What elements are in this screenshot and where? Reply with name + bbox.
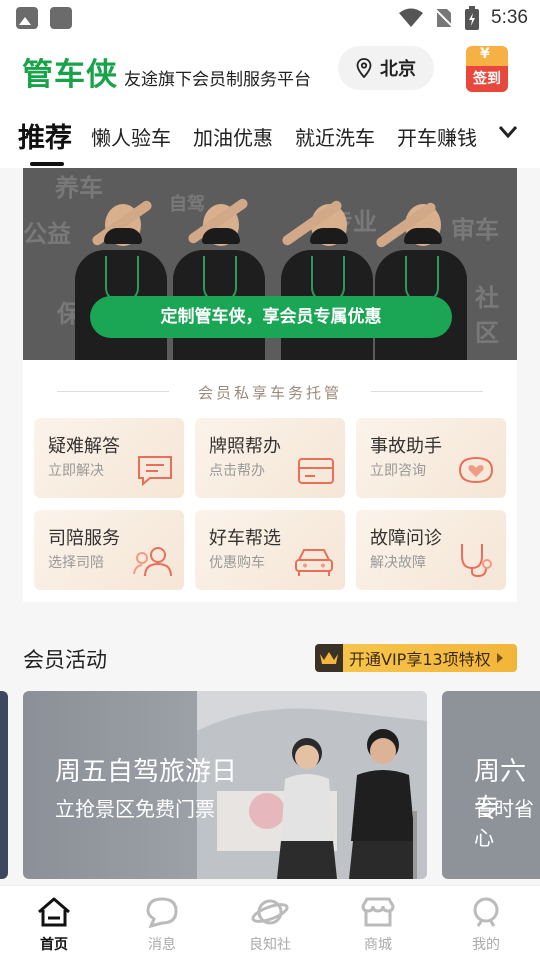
vip-upgrade-button[interactable]: 开通VIP享13项特权	[315, 644, 517, 672]
category-tabs: 推荐 懒人验车 加油优惠 就近洗车 开车赚钱	[0, 102, 540, 168]
banner-bg-word: 社区	[475, 284, 499, 347]
service-title: 好车帮选	[209, 528, 281, 549]
arrow-right-icon	[496, 653, 503, 663]
tab-car-wash[interactable]: 就近洗车	[295, 122, 375, 151]
nav-home[interactable]: 首页	[14, 894, 94, 954]
activity-section-title: 会员活动	[23, 648, 107, 672]
battery-icon	[465, 6, 480, 30]
wifi-icon	[399, 8, 424, 27]
staff-photo	[281, 204, 377, 360]
clock: 5:36	[491, 7, 528, 28]
staff-photo	[75, 204, 171, 360]
banner-bg-word: 自驾	[169, 194, 205, 215]
nav-label: 我的	[472, 937, 500, 953]
nav-store[interactable]: 商城	[338, 894, 418, 954]
city-selector[interactable]: 北京	[338, 46, 434, 90]
home-icon	[38, 897, 70, 927]
service-subtitle: 优惠购车	[209, 555, 265, 571]
card-icon	[298, 458, 334, 484]
service-accident-helper[interactable]: 事故助手 立即咨询	[356, 418, 506, 498]
service-subtitle: 立即咨询	[370, 463, 426, 479]
activity-card-subtitle: 省时省心	[474, 797, 534, 850]
nav-label: 良知社	[249, 937, 291, 953]
promo-banner[interactable]: 养车 公益 自驾 专业 审车 保险 社区 定制管车侠，享会员专属优惠	[23, 168, 517, 360]
banner-bg-word: 公益	[23, 220, 71, 248]
staff-photo	[173, 204, 269, 360]
activity-card-friday[interactable]: 周五自驾旅游日 立抢景区免费门票	[23, 691, 427, 879]
service-driver-escort[interactable]: 司陪服务 选择司陪	[34, 510, 184, 590]
nav-profile[interactable]: 我的	[446, 894, 526, 954]
crown-icon	[320, 652, 338, 664]
nav-label: 消息	[148, 937, 176, 953]
banner-bg-word: 养车	[55, 174, 103, 202]
service-car-selection[interactable]: 好车帮选 优惠购车	[195, 510, 345, 590]
no-sim-icon	[435, 8, 454, 28]
service-title: 牌照帮办	[209, 436, 281, 457]
active-tab-indicator	[30, 162, 64, 166]
service-title: 司陪服务	[48, 528, 120, 549]
service-title: 疑难解答	[48, 436, 120, 457]
service-fault-diagnosis[interactable]: 故障问诊 解决故障	[356, 510, 506, 590]
status-bar: 5:36	[0, 0, 540, 36]
staff-photo	[375, 204, 471, 360]
activity-card-prev[interactable]	[0, 691, 8, 879]
chevron-down-icon[interactable]	[498, 124, 518, 140]
app-tagline: 友途旗下会员制服务平台	[124, 70, 311, 90]
tab-recommend[interactable]: 推荐	[18, 116, 72, 155]
activity-card-saturday[interactable]: 周六专 省时省心	[442, 691, 540, 879]
service-subtitle: 立即解决	[48, 463, 104, 479]
app-logo: 管车侠	[22, 57, 118, 93]
service-license-plate[interactable]: 牌照帮办 点击帮办	[195, 418, 345, 498]
nav-label: 商城	[364, 937, 392, 953]
service-title: 故障问诊	[370, 528, 442, 549]
checkin-button[interactable]: 签到	[466, 46, 508, 92]
people-icon	[133, 547, 172, 577]
tab-earn-money[interactable]: 开车赚钱	[397, 122, 477, 151]
tab-inspection[interactable]: 懒人验车	[91, 122, 171, 151]
city-label: 北京	[380, 59, 416, 80]
gallery-notification-icon	[16, 7, 38, 29]
service-troubleshooting[interactable]: 疑难解答 立即解决	[34, 418, 184, 498]
coin-icon	[466, 46, 508, 66]
app-notification-icon	[50, 7, 72, 29]
profile-icon	[473, 897, 499, 927]
member-service-card: 养车 公益 自驾 专业 审车 保险 社区 定制管车侠，享会员专属优惠 会员私享车…	[23, 168, 517, 602]
nav-label: 首页	[40, 937, 68, 953]
message-icon	[146, 897, 178, 928]
activity-card-title: 周五自驾旅游日	[55, 757, 238, 787]
app-header: 管车侠 友途旗下会员制服务平台 北京 签到	[0, 36, 540, 102]
checkin-label: 签到	[466, 66, 508, 92]
stethoscope-icon	[461, 544, 492, 578]
services-section-title: 会员私享车务托管	[197, 384, 342, 402]
chat-icon	[138, 456, 172, 486]
service-subtitle: 选择司陪	[48, 555, 104, 571]
tab-fuel-discount[interactable]: 加油优惠	[193, 122, 273, 151]
nav-messages[interactable]: 消息	[122, 894, 202, 954]
service-subtitle: 点击帮办	[209, 463, 265, 479]
car-icon	[295, 549, 333, 576]
banner-cta-button[interactable]: 定制管车侠，享会员专属优惠	[90, 296, 452, 338]
planet-icon	[251, 899, 289, 925]
store-icon	[361, 897, 395, 927]
vip-upgrade-label: 开通VIP享13项特权	[349, 650, 491, 669]
bottom-navigation: 首页 消息 良知社 商城 我的	[0, 885, 540, 960]
service-title: 事故助手	[370, 436, 442, 457]
nav-community[interactable]: 良知社	[230, 894, 310, 954]
activity-card-subtitle: 立抢景区免费门票	[55, 797, 215, 821]
heart-icon	[458, 456, 494, 484]
service-subtitle: 解决故障	[370, 555, 426, 571]
divider	[371, 391, 483, 392]
location-pin-icon	[356, 58, 372, 78]
